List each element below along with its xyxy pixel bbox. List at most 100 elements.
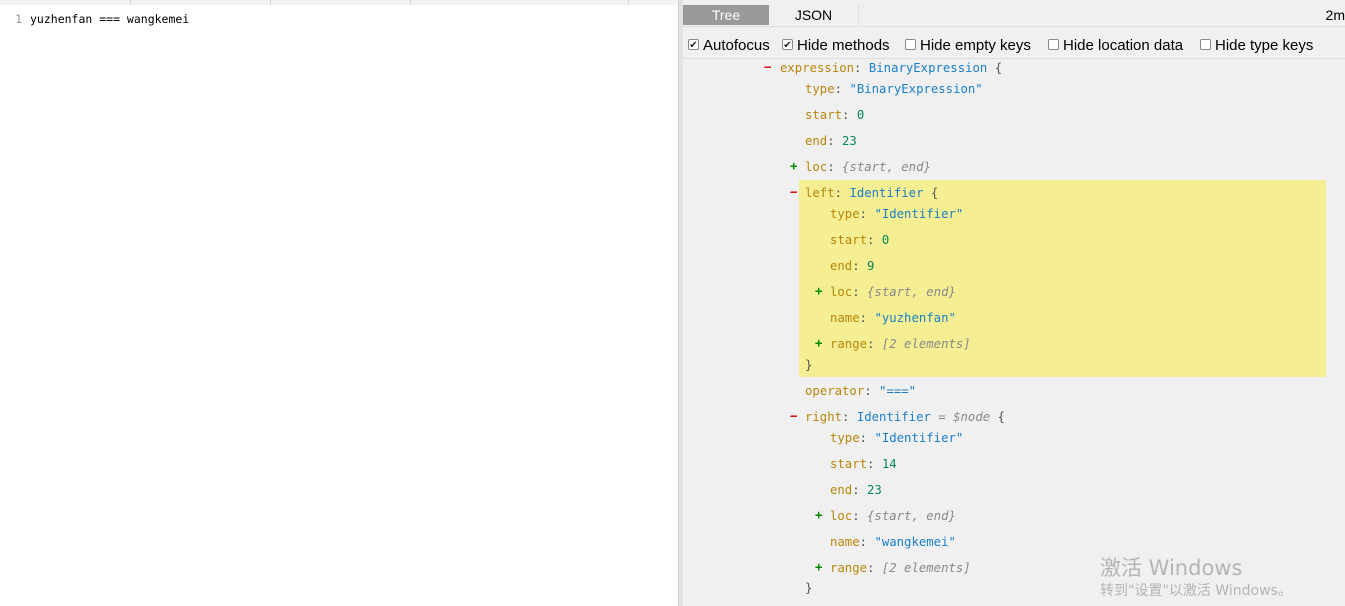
node-hint: = $node (938, 410, 991, 424)
tree-node-range[interactable]: range: [2 elements] (830, 336, 971, 352)
expand-toggle-icon[interactable]: + (815, 508, 822, 522)
collapsed-summary[interactable]: {start, end} (842, 160, 931, 174)
node-key[interactable]: range (830, 337, 867, 351)
tree-property: start: 0 (830, 232, 889, 248)
colon: : (827, 134, 835, 148)
tree-property: type: "Identifier" (830, 206, 963, 222)
tree-node-expression[interactable]: expression: BinaryExpression { (780, 60, 1002, 76)
tree-property: name: "wangkemei" (830, 534, 956, 550)
ast-output-pane: Tree JSON 2m ✔ Autofocus ✔ Hide methods Hi… (683, 0, 1345, 606)
property-value: "Identifier" (874, 431, 964, 445)
node-type: BinaryExpression (868, 61, 988, 75)
node-type: Identifier (856, 410, 931, 424)
expand-toggle-icon[interactable]: + (815, 336, 822, 350)
close-brace: } (805, 581, 813, 595)
node-key[interactable]: loc (830, 285, 852, 299)
colon: : (859, 431, 868, 445)
property-value: 0 (856, 108, 865, 122)
code-editor[interactable]: 1 yuzhenfan === wangkemei (0, 5, 678, 606)
colon: : (859, 207, 868, 221)
colon: : (867, 233, 875, 247)
tree-node-loc[interactable]: loc: {start, end} (830, 508, 956, 524)
property-value: "yuzhenfan" (874, 311, 956, 325)
tree-node-loc[interactable]: loc: {start, end} (805, 159, 931, 175)
node-key[interactable]: left (805, 186, 835, 200)
property-value: 14 (881, 457, 897, 471)
colon: : (842, 108, 850, 122)
property-key: name (830, 535, 860, 549)
tree-property: type: "BinaryExpression" (805, 81, 983, 97)
colon: : (859, 311, 868, 325)
node-key[interactable]: expression (780, 61, 854, 75)
colon: : (827, 160, 835, 174)
property-key: type (830, 431, 860, 445)
tree-node-left[interactable]: left: Identifier { (805, 185, 938, 201)
tree-property: type: "Identifier" (830, 430, 963, 446)
colon: : (852, 259, 860, 273)
expand-toggle-icon[interactable]: + (790, 159, 797, 173)
collapsed-summary[interactable]: [2 elements] (882, 561, 971, 575)
node-type: Identifier (849, 186, 924, 200)
colon: : (842, 410, 850, 424)
property-value: 23 (842, 134, 857, 148)
collapsed-summary[interactable]: {start, end} (867, 285, 956, 299)
open-brace: { (930, 186, 939, 200)
tree-property: start: 0 (805, 107, 864, 123)
property-value: "wangkemei" (874, 535, 956, 549)
open-brace: { (997, 410, 1005, 424)
open-brace: { (994, 61, 1003, 75)
colon: : (867, 337, 875, 351)
collapse-toggle-icon[interactable]: − (790, 409, 797, 423)
tree-node-range[interactable]: range: [2 elements] (830, 560, 971, 576)
property-key: operator (805, 384, 865, 398)
property-value: "===" (879, 384, 917, 398)
expand-toggle-icon[interactable]: + (815, 560, 822, 574)
property-key: type (830, 207, 860, 221)
close-brace: } (805, 358, 813, 372)
tree-property: end: 23 (830, 482, 882, 498)
collapse-toggle-icon[interactable]: − (764, 60, 771, 74)
collapse-toggle-icon[interactable]: − (790, 185, 797, 199)
property-key: start (830, 457, 868, 471)
colon: : (834, 82, 843, 96)
property-value: 23 (867, 483, 882, 497)
activation-watermark-title: 激活 Windows (1100, 556, 1243, 580)
tree-property: end: 23 (805, 133, 857, 149)
colon: : (864, 384, 872, 398)
activation-watermark-subtitle: 转到"设置"以激活 Windows。 (1100, 583, 1292, 599)
tree-property: end: 9 (830, 258, 874, 274)
expand-toggle-icon[interactable]: + (815, 284, 822, 298)
property-key: end (830, 259, 853, 273)
property-value: "Identifier" (874, 207, 964, 221)
colon: : (852, 285, 860, 299)
tree-property: name: "yuzhenfan" (830, 310, 956, 326)
colon: : (854, 61, 862, 75)
property-value: 0 (881, 233, 890, 247)
line-number: 1 (15, 12, 22, 26)
colon: : (859, 535, 868, 549)
property-value: "BinaryExpression" (849, 82, 983, 96)
colon: : (852, 483, 860, 497)
tree-property: start: 14 (830, 456, 897, 472)
tree-node-right[interactable]: right: Identifier = $node { (805, 409, 1005, 425)
node-key[interactable]: right (805, 410, 842, 424)
ast-tree: − expression: BinaryExpression { type: "… (683, 0, 1345, 606)
property-key: end (830, 483, 853, 497)
property-key: name (830, 311, 860, 325)
tree-node-loc[interactable]: loc: {start, end} (830, 284, 956, 300)
node-key[interactable]: loc (830, 509, 852, 523)
property-value: 9 (867, 259, 875, 273)
tree-property: operator: "===" (805, 383, 916, 399)
collapsed-summary[interactable]: {start, end} (867, 509, 956, 523)
property-key: type (805, 82, 835, 96)
colon: : (852, 509, 860, 523)
property-key: end (805, 134, 828, 148)
collapsed-summary[interactable]: [2 elements] (882, 337, 971, 351)
node-key[interactable]: loc (805, 160, 827, 174)
colon: : (867, 457, 875, 471)
property-key: start (805, 108, 843, 122)
node-key[interactable]: range (830, 561, 867, 575)
property-key: start (830, 233, 868, 247)
code-text[interactable]: yuzhenfan === wangkemei (30, 12, 189, 26)
colon: : (867, 561, 875, 575)
